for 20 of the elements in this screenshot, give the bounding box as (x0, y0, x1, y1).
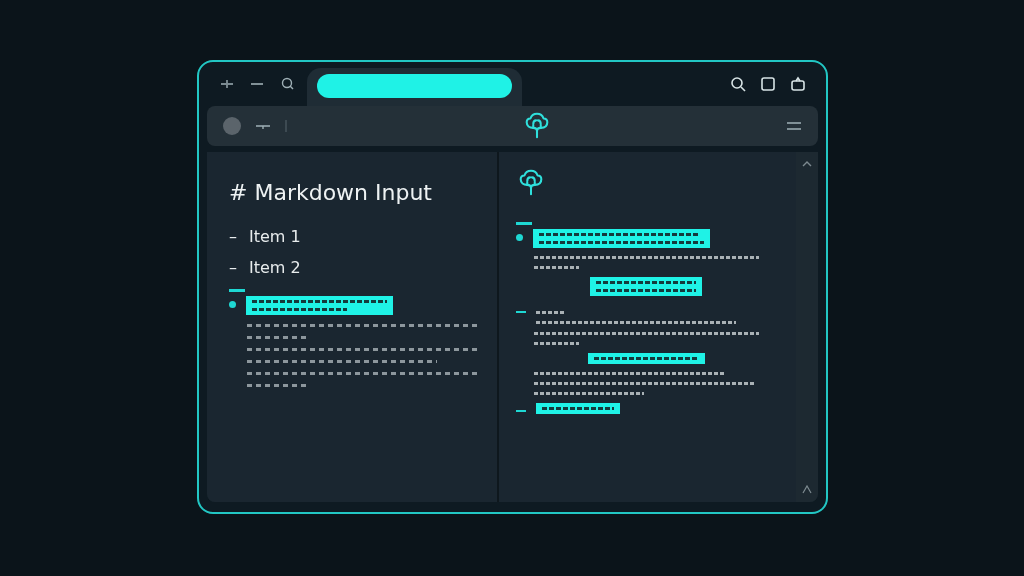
scrollbar[interactable] (796, 152, 818, 502)
search-icon[interactable] (730, 76, 746, 92)
illegible-text-line (534, 342, 579, 345)
illegible-text-line (247, 336, 307, 339)
tray-icon[interactable] (790, 76, 806, 92)
bullet-dot-icon (229, 301, 236, 308)
illegible-text-line (534, 266, 579, 269)
illegible-text-line (247, 384, 307, 387)
illegible-text-line (536, 311, 566, 314)
list-marker: – (229, 227, 237, 246)
tab[interactable] (317, 74, 512, 98)
list-dash-icon (516, 410, 526, 412)
list-marker: – (229, 258, 237, 277)
square-icon[interactable] (760, 76, 776, 92)
list-dash-icon (516, 311, 526, 313)
list-item-text: Item 1 (249, 227, 301, 246)
list-item-text: Item 2 (249, 258, 301, 277)
bullet-dot-icon (516, 234, 523, 241)
scroll-up-icon[interactable] (802, 160, 812, 168)
markdown-heading: # Markdown Input (229, 180, 433, 205)
